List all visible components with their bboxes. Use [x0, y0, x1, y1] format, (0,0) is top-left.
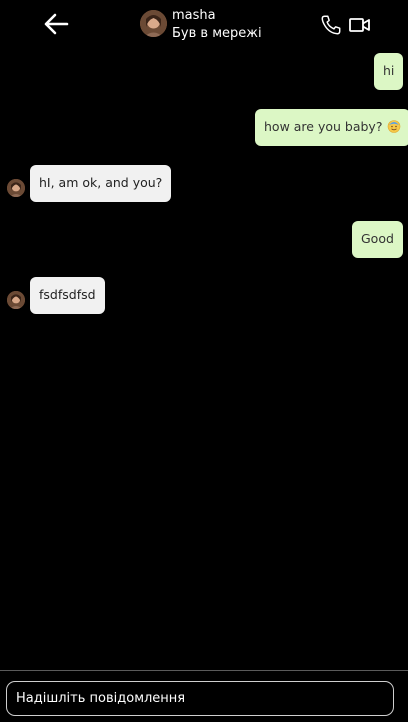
message-text: hI, am ok, and you? [39, 175, 163, 190]
video-call-button[interactable] [348, 14, 372, 36]
contact-avatar[interactable] [140, 10, 167, 37]
composer-divider [0, 670, 408, 671]
contact-status: Був в мережі [172, 26, 262, 41]
sender-avatar [7, 291, 25, 309]
voice-call-button[interactable] [320, 14, 342, 36]
sender-avatar [7, 179, 25, 197]
chat-header: masha Був в мережі [0, 0, 408, 48]
smiling-face-emoji-icon [388, 120, 401, 133]
phone-icon [321, 15, 341, 35]
message-text: how are you baby? [264, 119, 383, 134]
back-button[interactable] [40, 10, 72, 38]
message-input[interactable]: Надішліть повідомлення [6, 681, 394, 716]
message-bubble-outgoing[interactable]: how are you baby? [255, 109, 408, 146]
video-camera-icon [349, 18, 370, 32]
message-bubble-outgoing[interactable]: Good [352, 221, 403, 258]
message-input-placeholder: Надішліть повідомлення [16, 691, 186, 706]
message-list[interactable]: hi how are you baby? hI, am ok, and you? [0, 48, 408, 668]
message-bubble-incoming[interactable]: hI, am ok, and you? [30, 165, 172, 202]
chat-screen: masha Був в мережі hi how are you baby? [0, 0, 408, 722]
message-bubble-incoming[interactable]: fsdfsdfsd [30, 277, 105, 314]
message-bubble-outgoing[interactable]: hi [374, 53, 404, 90]
message-text: fsdfsdfsd [39, 287, 96, 302]
message-text: Good [361, 231, 394, 246]
arrow-left-icon [44, 13, 69, 35]
message-text: hi [383, 63, 395, 78]
contact-name: masha [172, 8, 216, 23]
